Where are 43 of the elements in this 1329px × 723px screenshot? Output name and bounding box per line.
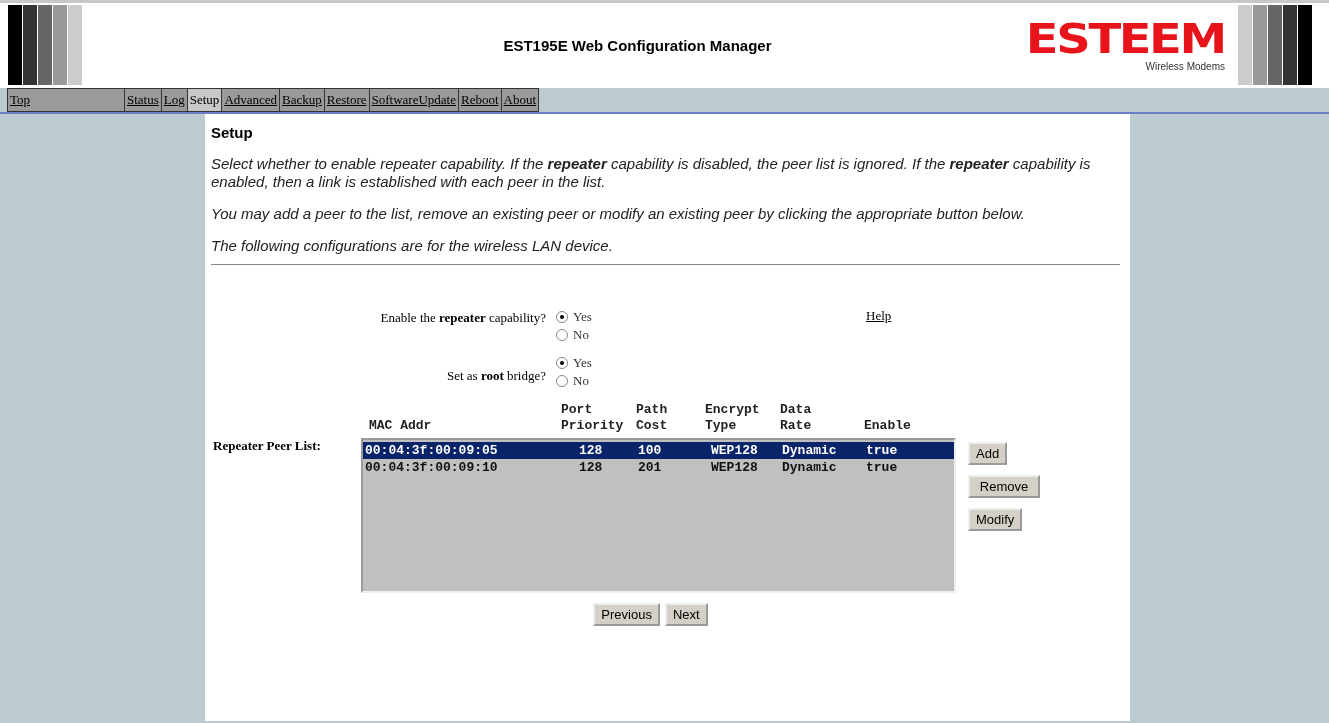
nav-tab[interactable]: SoftwareUpdate: [368, 88, 458, 112]
radio-button[interactable]: [556, 357, 568, 369]
logo-tagline: Wireless Modems: [1145, 61, 1225, 72]
field-label: Set as root bridge?: [445, 367, 547, 385]
nav-tab[interactable]: About: [500, 88, 540, 112]
action-button[interactable]: Add: [968, 442, 1008, 465]
radio-label: Yes: [573, 355, 592, 371]
action-button[interactable]: Remove: [968, 475, 1040, 498]
radio-label: Yes: [573, 309, 592, 325]
page-nav-button[interactable]: Previous: [593, 603, 660, 626]
logo: ESTEEM: [1025, 19, 1225, 59]
nav-tab[interactable]: Status: [124, 88, 161, 112]
peer-row[interactable]: 00:04:3f:00:09:10 128 201 WEP128 Dynamic true: [363, 459, 954, 476]
nav-tab[interactable]: Log: [160, 88, 187, 112]
nav-tab[interactable]: Backup: [279, 88, 324, 112]
paragraph: Select whether to enable repeater capability. If the repeater capability is disabled, the peer list is ignored. If the repeater capability is enabled, then a link is established with each peer in the list.: [211, 155, 1092, 191]
nav-tab[interactable]: Top: [7, 88, 124, 112]
column-header: Encrypt Type: [705, 402, 760, 434]
nav-tab[interactable]: Advanced: [221, 88, 280, 112]
action-button[interactable]: Modify: [968, 508, 1023, 531]
section-title: Setup: [211, 123, 254, 141]
peer-list-label: Repeater Peer List:: [212, 437, 322, 455]
field-label: Enable the repeater capability?: [379, 309, 547, 327]
column-header: Data Rate: [780, 402, 812, 434]
page-title: EST195E Web Configuration Manager: [502, 36, 773, 56]
column-header: MAC Addr: [368, 418, 433, 434]
radio-button[interactable]: [556, 329, 568, 341]
help-link[interactable]: Help: [866, 306, 892, 323]
nav-tab[interactable]: Setup: [186, 88, 222, 112]
peer-row[interactable]: 00:04:3f:00:09:05 128 100 WEP128 Dynamic true: [363, 442, 954, 459]
nav-tab[interactable]: Restore: [323, 88, 369, 112]
radio-label: No: [573, 327, 589, 343]
radio-button[interactable]: [556, 311, 568, 323]
peer-listbox[interactable]: 00:04:3f:00:09:05 128 100 WEP128 Dynamic true 00:04:3f:00:09:10 128 201 WEP128 Dynamic true: [361, 438, 956, 593]
column-header: Path Cost: [636, 402, 668, 434]
radio-button[interactable]: [556, 375, 568, 387]
radio-label: No: [573, 373, 589, 389]
paragraph: You may add a peer to the list, remove an existing peer or modify an existing peer by clicking the appropriate button below.: [211, 205, 1026, 223]
nav-tab[interactable]: Reboot: [458, 88, 501, 112]
page-nav-button[interactable]: Next: [664, 603, 708, 626]
column-header: Enable: [864, 418, 911, 434]
column-header: Port Priority: [561, 402, 624, 434]
paragraph: The following configurations are for the wireless LAN device.: [211, 237, 614, 255]
